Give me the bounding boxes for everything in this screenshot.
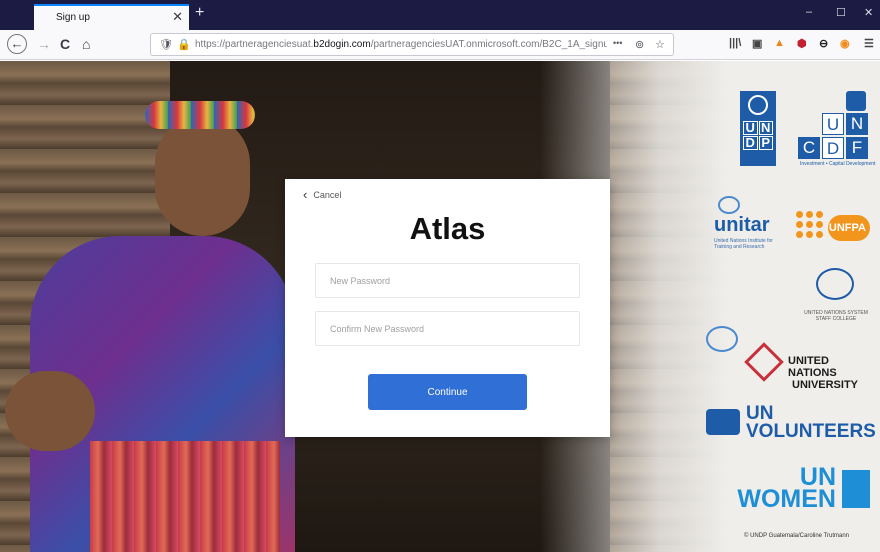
page-content: U N D P U N C D F Investment • Capital D… [0,61,880,552]
close-tab-icon[interactable]: ✕ [172,9,183,25]
un-emblem-icon [748,95,768,115]
undp-logo: U N D P [740,91,776,166]
woven-skirt [90,441,280,552]
shield-extension-icon[interactable]: ⬢ [797,37,807,50]
un-emblem-icon [846,91,866,111]
url-text[interactable]: https://partneragenciesuat.b2dogin.com/p… [195,39,607,50]
lock-icon[interactable]: 🔒 [177,38,191,51]
tab-sign-up[interactable]: Sign up ✕ [34,4,189,30]
unfpa-dots-icon [796,211,823,238]
un-emblem-icon [706,409,740,435]
maximize-icon[interactable]: ☐ [836,6,846,19]
forward-icon[interactable]: → [37,36,51,52]
password-reset-card: ‹ Cancel Atlas Continue [285,179,610,437]
tab-title: Sign up [56,12,90,23]
continue-button[interactable]: Continue [368,374,527,410]
page-actions-icon[interactable]: ••• [613,38,622,48]
woman-face [155,116,250,236]
unssc-logo: UNITED NATIONS SYSTEM STAFF COLLEGE [800,266,872,326]
unssc-emblem-icon [816,268,854,300]
un-emblem-icon [706,326,738,352]
close-window-icon[interactable]: ✕ [864,6,873,19]
bookmark-star-icon[interactable]: ☆ [655,38,665,51]
new-tab-button[interactable]: + [195,4,204,22]
unwomen-logo: UN WOMEN [714,465,874,516]
un-emblem-icon [718,196,740,214]
back-icon[interactable]: ← [7,34,27,54]
tab-strip: Sign up ✕ + – ☐ ✕ [0,0,880,30]
home-icon[interactable]: ⌂ [82,36,90,52]
unv-logo: UN VOLUNTEERS [706,403,876,447]
menu-icon[interactable]: ☰ [864,37,874,50]
navigation-bar: ← → C ⌂ 🛡 🔒 https://partneragenciesuat.b… [0,30,880,60]
reload-icon[interactable]: C [60,36,70,52]
minimize-icon[interactable]: – [806,6,812,18]
o-extension-icon[interactable]: ⊖ [819,37,828,50]
confirm-password-field[interactable] [315,311,580,346]
unfpa-logo: UNFPA [796,211,872,247]
unu-logo: UNITED NATIONS UNIVERSITY [706,326,876,391]
unu-mark-icon [744,342,784,382]
chevron-left-icon: ‹ [303,187,308,202]
cancel-link[interactable]: ‹ Cancel [303,187,341,202]
unitar-logo: unitar United Nations Institute for Trai… [714,194,784,254]
arm [5,371,95,451]
orange-extension-icon[interactable]: ◉ [840,37,850,50]
atlas-title: Atlas [409,211,486,246]
a-extension-icon[interactable]: ▲ [774,37,785,49]
new-password-field[interactable] [315,263,580,298]
uncdf-logo: U N C D F Investment • Capital Developme… [798,91,875,171]
url-bar[interactable]: 🛡 🔒 https://partneragenciesuat.b2dogin.c… [150,33,674,56]
library-icon[interactable]: |||\ [729,37,741,49]
tracking-shield-icon[interactable]: 🛡 [159,38,173,51]
unwomen-symbol-icon [842,470,870,508]
headwrap [145,101,255,129]
sidebar-icon[interactable]: ▣ [752,37,762,50]
pocket-icon[interactable]: ⊚ [635,38,644,51]
photo-credit: © UNDP Guatemala/Caroline Trutmann [744,533,850,539]
